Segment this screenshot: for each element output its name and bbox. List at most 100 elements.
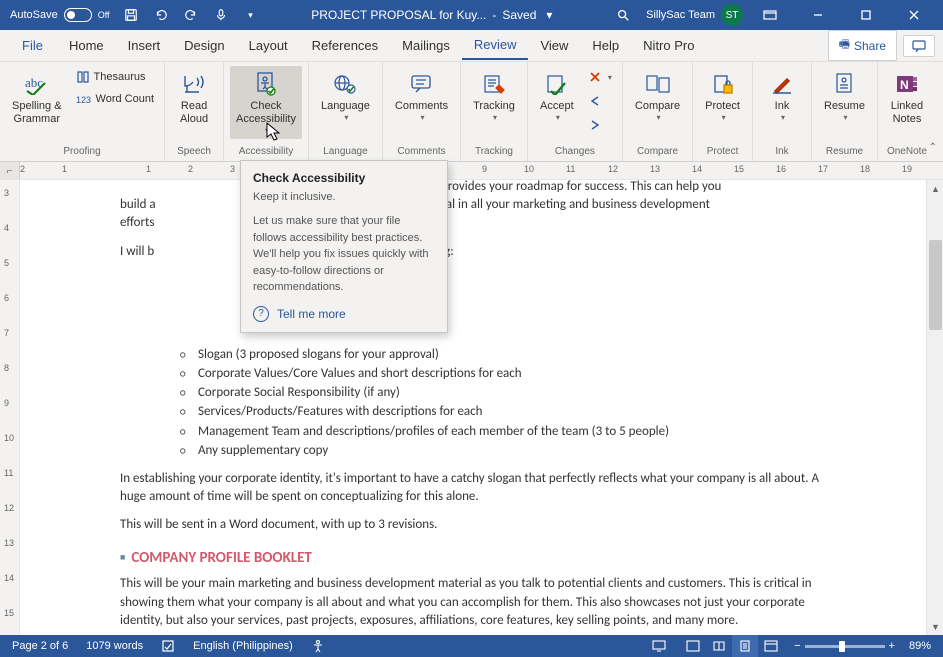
tab-view[interactable]: View [528, 32, 580, 59]
ruler-tick: 12 [608, 164, 618, 174]
scroll-thumb[interactable] [929, 240, 942, 330]
svg-text:123: 123 [76, 95, 91, 105]
list-item: Any supplementary copy [180, 442, 836, 460]
scroll-up-icon[interactable]: ▲ [927, 180, 943, 197]
thesaurus-button[interactable]: Thesaurus [72, 66, 159, 88]
tab-review[interactable]: Review [462, 31, 529, 60]
scroll-down-icon[interactable]: ▼ [927, 618, 943, 635]
search-icon[interactable] [612, 4, 634, 26]
tab-mailings[interactable]: Mailings [390, 32, 462, 59]
spellcheck-status-icon[interactable] [157, 639, 179, 653]
vruler-tick: 8 [4, 363, 9, 373]
ruler-tick: 2 [188, 164, 193, 174]
group-speech: Speech [177, 144, 211, 159]
list-item: Corporate Values/Core Values and short d… [180, 365, 836, 383]
zoom-slider[interactable]: − + [794, 640, 895, 652]
micro-icon[interactable] [210, 4, 232, 26]
close-icon[interactable] [893, 0, 935, 30]
print-layout-icon[interactable] [732, 635, 758, 657]
user-team[interactable]: SillySac Team [646, 9, 715, 21]
group-ink: Ink [775, 144, 788, 159]
reject-button[interactable]: ▾ [584, 66, 616, 88]
protect-icon [709, 70, 737, 98]
read-aloud-button[interactable]: Read Aloud [171, 66, 217, 130]
ink-button[interactable]: Ink ▾ [759, 66, 805, 126]
tab-file[interactable]: File [8, 32, 57, 59]
resume-button[interactable]: Resume ▾ [818, 66, 871, 126]
ruler-tick: 10 [524, 164, 534, 174]
focus-mode-icon[interactable] [680, 635, 706, 657]
group-compare: Compare [637, 144, 678, 159]
vruler-tick: 6 [4, 293, 9, 303]
word-count[interactable]: 1079 words [82, 640, 147, 652]
group-comments: Comments [397, 144, 445, 159]
vertical-ruler[interactable]: 3456789101112131415 [0, 180, 20, 635]
group-accessibility: Accessibility [239, 144, 293, 159]
display-settings-icon[interactable] [648, 640, 670, 652]
linked-notes-button[interactable]: N Linked Notes [884, 66, 930, 130]
ribbon-display-icon[interactable] [749, 0, 791, 30]
body-text: efforts [120, 215, 155, 230]
tab-references[interactable]: References [300, 32, 390, 59]
horizontal-ruler[interactable]: ⌐ 2112345678910111213141516171819 [0, 162, 943, 180]
comments-pane-toggle[interactable] [903, 35, 935, 57]
tooltip-body: Let us make sure that your file follows … [253, 213, 435, 296]
resume-icon [830, 70, 858, 98]
redo-icon[interactable] [180, 4, 202, 26]
save-icon[interactable] [120, 4, 142, 26]
ruler-tick: 14 [692, 164, 702, 174]
zoom-in-icon[interactable]: + [889, 640, 895, 652]
zoom-level[interactable]: 89% [905, 640, 935, 652]
avatar[interactable]: ST [721, 4, 743, 26]
vruler-tick: 7 [4, 328, 9, 338]
help-icon: ? [253, 306, 269, 322]
vruler-tick: 10 [4, 433, 14, 443]
language-status[interactable]: English (Philippines) [189, 640, 297, 652]
web-layout-icon[interactable] [758, 635, 784, 657]
tell-me-more-link[interactable]: ?Tell me more [253, 306, 435, 322]
vertical-scrollbar[interactable]: ▲ ▼ [926, 180, 943, 635]
tooltip-title: Check Accessibility [253, 171, 435, 185]
autosave-toggle[interactable] [64, 8, 92, 22]
tracking-button[interactable]: Tracking ▾ [467, 66, 521, 126]
vruler-tick: 3 [4, 188, 9, 198]
compare-button[interactable]: Compare ▾ [629, 66, 686, 126]
tab-design[interactable]: Design [172, 32, 236, 59]
list-item: Management Team and descriptions/profile… [180, 423, 836, 441]
language-button[interactable]: Language ▾ [315, 66, 376, 126]
ruler-tick: 17 [818, 164, 828, 174]
zoom-out-icon[interactable]: − [794, 640, 800, 652]
accessibility-status-icon[interactable] [307, 639, 329, 653]
document-page[interactable]: xxxxxxxxxxxxxxxxxxxxxxxxxxxxxxxxxxxxxxxx… [20, 180, 926, 635]
share-button[interactable]: 🖷Share [828, 30, 897, 61]
tab-layout[interactable]: Layout [237, 32, 300, 59]
accept-button[interactable]: Accept ▾ [534, 66, 580, 126]
next-change-button[interactable] [584, 114, 616, 136]
check-accessibility-button[interactable]: Check Accessibility ▾ [230, 66, 302, 139]
word-count-button[interactable]: 123Word Count [72, 88, 159, 110]
tab-insert[interactable]: Insert [116, 32, 173, 59]
page-indicator[interactable]: Page 2 of 6 [8, 640, 72, 652]
collapse-ribbon-icon[interactable]: ⌃ [929, 142, 937, 153]
read-mode-icon[interactable] [706, 635, 732, 657]
undo-icon[interactable] [150, 4, 172, 26]
body-text: In establishing your corporate identity,… [120, 470, 836, 506]
body-text: I will b [120, 244, 154, 259]
ruler-tick: 15 [734, 164, 744, 174]
tab-help[interactable]: Help [580, 32, 631, 59]
vruler-tick: 14 [4, 573, 14, 583]
minimize-icon[interactable] [797, 0, 839, 30]
tab-home[interactable]: Home [57, 32, 116, 59]
doc-title: PROJECT PROPOSAL for Kuy... [311, 8, 486, 22]
comments-button[interactable]: Comments ▾ [389, 66, 454, 126]
protect-button[interactable]: Protect ▾ [699, 66, 746, 126]
tab-nitro-pro[interactable]: Nitro Pro [631, 32, 706, 59]
maximize-icon[interactable] [845, 0, 887, 30]
spelling-grammar-button[interactable]: abc Spelling & Grammar [6, 66, 68, 130]
body-text: provides your roadmap for success. This … [441, 180, 721, 194]
ruler-tick: 3 [230, 164, 235, 174]
spelling-icon: abc [23, 70, 51, 98]
body-text: build a [120, 197, 156, 212]
previous-change-button[interactable] [584, 90, 616, 112]
qat-dropdown-icon[interactable]: ▾ [240, 4, 262, 26]
